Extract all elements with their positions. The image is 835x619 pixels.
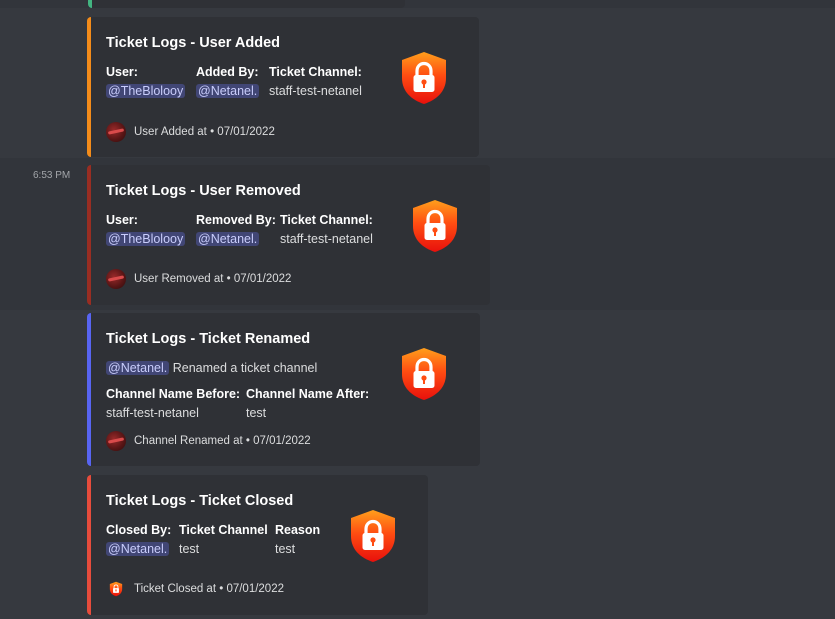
embed-title: Ticket Logs - Ticket Renamed bbox=[106, 331, 311, 347]
field-value: test bbox=[275, 542, 296, 556]
field-name: Channel Name Before: bbox=[106, 387, 241, 401]
footer-text: User Removed at • 07/01/2022 bbox=[134, 273, 292, 285]
embed-title: Ticket Logs - Ticket Closed bbox=[106, 493, 294, 509]
embed-partial bbox=[88, 0, 405, 8]
field-value: staff-test-netanel bbox=[280, 232, 373, 246]
field-name: Ticket Channel bbox=[179, 523, 268, 537]
footer-text: User Added at • 07/01/2022 bbox=[134, 126, 275, 138]
embed-description: @Netanel. Renamed a ticket channel bbox=[106, 361, 317, 375]
red-shield-lock-icon bbox=[348, 508, 398, 564]
description-text: Renamed a ticket channel bbox=[169, 361, 318, 375]
field-name: User: bbox=[106, 213, 138, 227]
embed-field: Reason test bbox=[275, 523, 320, 556]
footer-text: Channel Renamed at • 07/01/2022 bbox=[134, 435, 311, 447]
embed-field: Closed By: @Netanel. bbox=[106, 523, 171, 556]
embed-ticket-renamed: Ticket Logs - Ticket Renamed @Netanel. R… bbox=[87, 313, 480, 466]
red-shield-lock-icon bbox=[399, 346, 449, 402]
embed-footer: Ticket Closed at • 07/01/2022 bbox=[106, 579, 284, 599]
embed-field: Ticket Channel: staff-test-netanel bbox=[280, 213, 373, 246]
embed-footer: Channel Renamed at • 07/01/2022 bbox=[106, 431, 311, 451]
field-value: test bbox=[246, 406, 267, 420]
user-mention[interactable]: @TheBlolooy bbox=[106, 232, 186, 246]
embed-field: Removed By: @Netanel. bbox=[196, 213, 276, 246]
footer-text: Ticket Closed at • 07/01/2022 bbox=[134, 583, 284, 595]
embed-field: Ticket Channel test bbox=[179, 523, 268, 556]
embed-footer: User Added at • 07/01/2022 bbox=[106, 122, 275, 142]
embed-title: Ticket Logs - User Added bbox=[106, 35, 281, 51]
bot-avatar-icon bbox=[106, 122, 126, 142]
embed-field: User: @TheBlolooy bbox=[106, 65, 186, 98]
field-value: staff-test-netanel bbox=[106, 406, 199, 420]
user-mention[interactable]: @Netanel. bbox=[106, 542, 170, 556]
embed-user-removed: Ticket Logs - User Removed User: @TheBlo… bbox=[87, 165, 490, 305]
field-name: Closed By: bbox=[106, 523, 172, 537]
field-name: Reason bbox=[275, 523, 321, 537]
field-value: staff-test-netanel bbox=[269, 84, 362, 98]
field-name: Ticket Channel: bbox=[269, 65, 362, 79]
shield-icon bbox=[106, 579, 126, 599]
field-name: Ticket Channel: bbox=[280, 213, 373, 227]
field-value: test bbox=[179, 542, 200, 556]
field-name: Channel Name After: bbox=[246, 387, 370, 401]
red-shield-lock-icon bbox=[399, 50, 449, 106]
embed-field: Added By: @Netanel. bbox=[196, 65, 260, 98]
bot-avatar-icon bbox=[106, 431, 126, 451]
field-name: Removed By: bbox=[196, 213, 276, 227]
red-shield-lock-icon bbox=[410, 198, 460, 254]
bot-avatar-icon bbox=[106, 269, 126, 289]
embed-title: Ticket Logs - User Removed bbox=[106, 183, 301, 199]
field-name: Added By: bbox=[196, 65, 259, 79]
embed-field: Channel Name After: test bbox=[246, 387, 369, 420]
user-mention[interactable]: @Netanel. bbox=[106, 361, 170, 375]
embed-user-added: Ticket Logs - User Added User: @TheBlolo… bbox=[87, 17, 479, 157]
embed-field: User: @TheBlolooy bbox=[106, 213, 186, 246]
embed-field: Channel Name Before: staff-test-netanel bbox=[106, 387, 240, 420]
embed-ticket-closed: Ticket Logs - Ticket Closed Closed By: @… bbox=[87, 475, 428, 615]
user-mention[interactable]: @TheBlolooy bbox=[106, 84, 186, 98]
message-timestamp: 6:53 PM bbox=[33, 170, 71, 181]
user-mention[interactable]: @Netanel. bbox=[196, 232, 260, 246]
embed-footer: User Removed at • 07/01/2022 bbox=[106, 269, 291, 289]
user-mention[interactable]: @Netanel. bbox=[196, 84, 260, 98]
field-name: User: bbox=[106, 65, 138, 79]
embed-field: Ticket Channel: staff-test-netanel bbox=[269, 65, 362, 98]
